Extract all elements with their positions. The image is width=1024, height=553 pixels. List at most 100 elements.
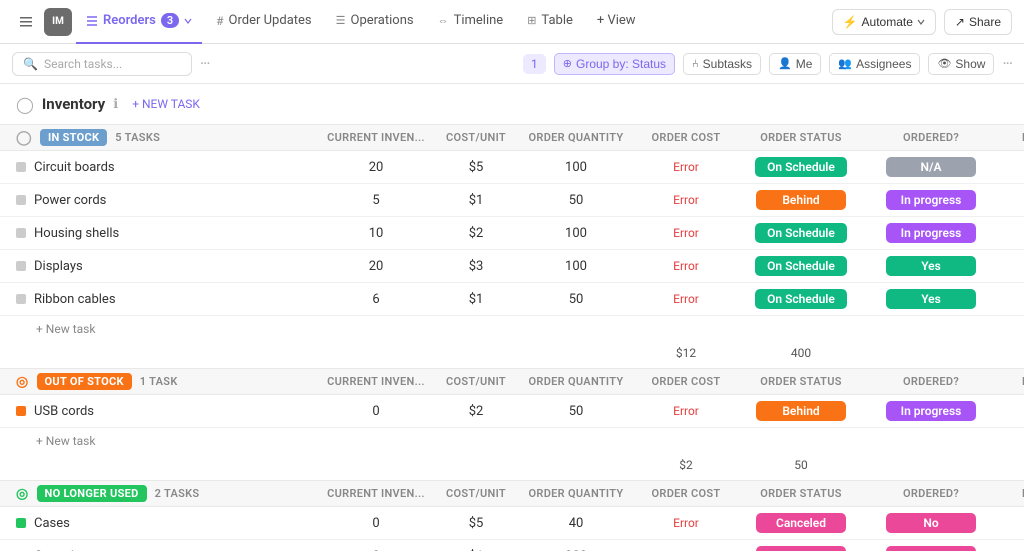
page-header: ◯ Inventory ℹ + NEW TASK [0,84,1024,124]
tab-order-updates[interactable]: # Order Updates [206,0,321,44]
order-status-chip: On Schedule [755,223,847,243]
info-icon[interactable]: ℹ [113,97,118,112]
row-cost-per-unit: $1 [436,193,516,208]
col-cost-per-unit-no-longer-used: COST/UNIT [436,487,516,500]
col-ordered-in-stock: ORDERED? [866,131,996,144]
summary-cell-6 [866,458,996,472]
section-collapse-icon-in-stock[interactable]: ◯ [16,130,32,146]
row-name-cell: Housing shells [16,226,316,241]
section-out-of-stock: ◎ OUT OF STOCK 1 TASK CURRENT INVEN... C… [0,368,1024,476]
col-order-cost-in-stock: ORDER COST [636,131,736,144]
section-task-count-in-stock: 5 TASKS [115,131,160,144]
summary-cell-0 [16,458,316,472]
automate-label: Automate [862,15,913,29]
row-name-cell: Capacitors [16,549,316,552]
timeline-icon: ⇔ [438,14,449,27]
col-ordered-no-longer-used: ORDERED? [866,487,996,500]
me-button[interactable]: 👤 Me [769,53,821,75]
table-row[interactable]: USB cords 0 $2 50 Error Behind In progre… [0,395,1024,428]
tab-order-updates-label: Order Updates [229,13,312,28]
filter-badge[interactable]: 1 [523,54,546,74]
table-icon: ⊞ [527,14,536,27]
col-cost-per-unit-in-stock: COST/UNIT [436,131,516,144]
table-container: ◯ IN STOCK 5 TASKS CURRENT INVEN... COST… [0,124,1024,551]
row-order-cost: Error [636,516,736,530]
section-status-pill-no-longer-used: NO LONGER USED [37,485,147,502]
new-task-button[interactable]: + NEW TASK [126,94,206,114]
row-order-quantity: 100 [516,259,636,274]
row-next-order: 5/7/19 [996,516,1024,531]
summary-cell-1 [316,458,436,472]
subtasks-button[interactable]: ⑃ Subtasks [683,53,761,75]
new-task-label: + NEW TASK [132,97,200,111]
section-header-out-of-stock: ◎ OUT OF STOCK 1 TASK CURRENT INVEN... C… [0,368,1024,395]
eye-icon: 👁 [937,57,951,70]
section-status-pill-in-stock: IN STOCK [40,129,107,146]
automate-button[interactable]: ⚡ Automate [832,9,936,35]
ordered-chip: In progress [886,401,976,421]
row-current-inventory: 0 [316,516,436,531]
table-row[interactable]: Power cords 5 $1 50 Error Behind In prog… [0,184,1024,217]
row-order-cost: Error [636,549,736,551]
tab-operations-label: Operations [351,13,414,28]
col-order-quantity-no-longer-used: ORDER QUANTITY [516,487,636,500]
error-badge: Error [673,160,699,174]
summary-cell-2 [436,458,516,472]
new-task-row-label: + New task [36,434,95,448]
section-collapse-icon-no-longer-used[interactable]: ◎ [16,486,29,502]
summary-cell-3 [516,346,636,360]
tab-add-view[interactable]: + View [587,0,646,44]
table-row[interactable]: Housing shells 10 $2 100 Error On Schedu… [0,217,1024,250]
tab-table[interactable]: ⊞ Table [517,0,583,44]
col-next-order-in-stock: NEXT ORDER [996,131,1024,144]
row-cost-per-unit: $1 [436,549,516,552]
row-next-order: 5/9/19 [996,549,1024,552]
inventory-expand-icon[interactable]: ◯ [16,95,34,114]
table-row[interactable]: Displays 20 $3 100 Error On Schedule Yes… [0,250,1024,283]
assignees-button[interactable]: 👥 Assignees [829,53,920,75]
ordered-chip: No [886,513,976,533]
search-box[interactable]: 🔍 Search tasks... [12,52,192,76]
row-order-cost: Error [636,259,736,273]
row-dot [16,294,26,304]
group-icon: ⊕ [563,57,572,70]
section-collapse-icon-out-of-stock[interactable]: ◎ [16,374,29,390]
row-next-order: 5/9/19 [996,404,1024,419]
table-row[interactable]: Ribbon cables 6 $1 50 Error On Schedule … [0,283,1024,316]
subtasks-icon: ⑃ [692,58,699,70]
row-name-cell: Cases [16,516,316,531]
tab-timeline[interactable]: ⇔ Timeline [428,0,514,44]
row-order-status: On Schedule [736,256,866,276]
row-current-inventory: 20 [316,259,436,274]
row-next-order: 5/22/19 [996,193,1024,208]
error-badge: Error [673,516,699,530]
table-row[interactable]: Capacitors 0 $1 300 Error Canceled No 5/… [0,540,1024,551]
table-row[interactable]: Circuit boards 20 $5 100 Error On Schedu… [0,151,1024,184]
row-ordered: Yes [866,256,996,276]
row-ordered: No [866,546,996,551]
row-next-order: 5/7/19 [996,226,1024,241]
row-cost-per-unit: $5 [436,516,516,531]
toolbar-dots[interactable]: ··· [200,54,210,73]
share-icon: ↗ [955,15,965,29]
share-button[interactable]: ↗ Share [944,9,1012,35]
new-task-row-out-of-stock[interactable]: + New task [0,428,1024,454]
row-order-quantity: 50 [516,292,636,307]
group-by-button[interactable]: ⊕ Group by: Status [554,53,675,75]
section-task-count-no-longer-used: 2 TASKS [155,487,200,500]
show-button[interactable]: 👁 Show [928,53,994,75]
table-row[interactable]: Cases 0 $5 40 Error Canceled No 5/7/19 [0,507,1024,540]
toolbar: 🔍 Search tasks... ··· 1 ⊕ Group by: Stat… [0,44,1024,84]
toolbar-more-dots[interactable]: ··· [1002,54,1012,73]
row-current-inventory: 6 [316,292,436,307]
summary-cell-7 [996,346,1024,360]
list-icon [86,15,98,27]
tab-operations[interactable]: ☰ Operations [326,0,424,44]
row-order-status: Canceled [736,546,866,551]
tab-reorders[interactable]: Reorders 3 [76,0,202,44]
row-next-order: 5/22/19 [996,259,1024,274]
sidebar-toggle[interactable] [12,8,40,36]
section-header-no-longer-used: ◎ NO LONGER USED 2 TASKS CURRENT INVEN..… [0,480,1024,507]
new-task-row-in-stock[interactable]: + New task [0,316,1024,342]
row-dot [16,406,26,416]
